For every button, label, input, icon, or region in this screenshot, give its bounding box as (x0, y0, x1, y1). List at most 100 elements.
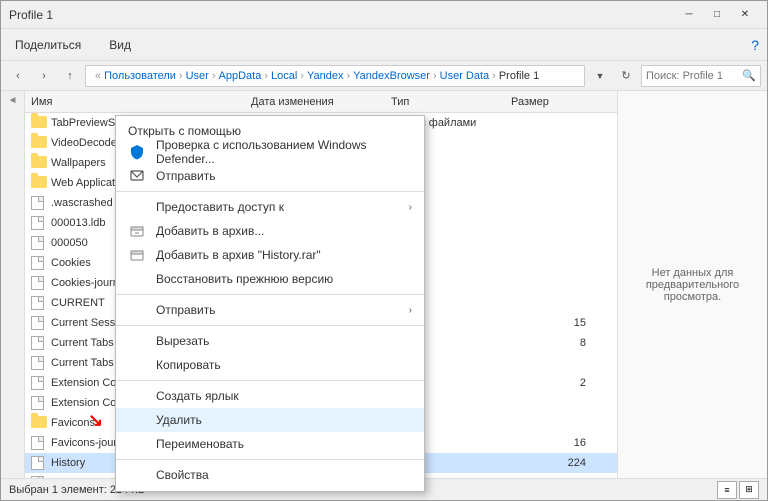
breadcrumb-users[interactable]: Пользователи (104, 70, 176, 82)
ctx-send2[interactable]: Отправить › (116, 298, 424, 322)
breadcrumb-userdata[interactable]: User Data (440, 70, 490, 82)
search-box[interactable]: 🔍 (641, 65, 761, 87)
breadcrumb-appdata[interactable]: AppData (219, 70, 262, 82)
sep7: › (492, 70, 496, 82)
breadcrumb-local[interactable]: Local (271, 70, 297, 82)
properties-icon (128, 466, 146, 484)
maximize-button[interactable]: □ (703, 5, 731, 25)
ctx-sep3 (116, 325, 424, 326)
col-date-header[interactable]: Дата изменения (251, 96, 391, 108)
up-button[interactable]: ↑ (59, 65, 81, 87)
file-size: 16 (506, 437, 586, 449)
share-button[interactable]: Поделиться (9, 34, 87, 56)
close-button[interactable]: ✕ (731, 5, 759, 25)
address-bar: ‹ › ↑ « Пользователи › User › AppData › … (1, 61, 767, 91)
ctx-properties[interactable]: Свойства (116, 463, 424, 487)
view-button[interactable]: Вид (103, 34, 137, 56)
ctx-add-archive-label: Добавить в архив... (156, 224, 412, 238)
view-icons: ≡ ⊞ (717, 481, 759, 499)
ctx-delete[interactable]: Удалить ↘ (116, 408, 424, 432)
refresh-button[interactable]: ↻ (615, 65, 637, 87)
breadcrumb-user[interactable]: User (186, 70, 209, 82)
file-icon (31, 316, 47, 330)
breadcrumb-yandexbrowser[interactable]: YandexBrowser (353, 70, 430, 82)
file-icon (31, 396, 47, 410)
collapse-icon[interactable]: ◄ (8, 95, 18, 106)
title-controls: ─ □ ✕ (675, 5, 759, 25)
ctx-sep5 (116, 459, 424, 460)
file-size: 8 (506, 337, 586, 349)
ctx-rename[interactable]: Переименовать (116, 432, 424, 456)
ctx-send2-arrow: › (409, 305, 412, 316)
ctx-properties-label: Свойства (156, 468, 412, 482)
ctx-sep4 (116, 380, 424, 381)
col-size-header[interactable]: Размер (511, 96, 591, 108)
ctx-delete-label: Удалить (156, 413, 412, 427)
ctx-add-archive[interactable]: Добавить в архив... (116, 219, 424, 243)
ctx-access[interactable]: Предоставить доступ к › (116, 195, 424, 219)
send2-icon (128, 301, 146, 319)
col-name-header[interactable]: Имя (31, 96, 251, 108)
restore-icon (128, 270, 146, 288)
breadcrumb-profile1: Profile 1 (499, 70, 539, 82)
folder-icon (31, 176, 47, 190)
file-icon (31, 216, 47, 230)
ctx-defender[interactable]: Проверка с использованием Windows Defend… (116, 140, 424, 164)
back-button[interactable]: ‹ (7, 65, 29, 87)
ctx-shortcut[interactable]: Создать ярлык (116, 384, 424, 408)
breadcrumb-yandex[interactable]: Yandex (307, 70, 344, 82)
rename-icon (128, 435, 146, 453)
preview-panel: Нет данных для предварительного просмотр… (617, 91, 767, 478)
cut-icon (128, 332, 146, 350)
file-icon (31, 356, 47, 370)
folder-icon (31, 136, 47, 150)
ctx-copy-label: Копировать (156, 358, 412, 372)
ctx-send-label: Отправить (156, 169, 412, 183)
ctx-send[interactable]: Отправить (116, 164, 424, 188)
file-size: 224 (506, 457, 586, 469)
minimize-button[interactable]: ─ (675, 5, 703, 25)
sep5: › (346, 70, 350, 82)
dropdown-button[interactable]: ▼ (589, 65, 611, 87)
file-size: 15 (506, 317, 586, 329)
tiles-view-button[interactable]: ⊞ (739, 481, 759, 499)
file-icon (31, 196, 47, 210)
help-icon[interactable]: ? (751, 37, 759, 53)
ctx-cut-label: Вырезать (156, 334, 412, 348)
access-icon (128, 198, 146, 216)
forward-button[interactable]: › (33, 65, 55, 87)
copy-icon (128, 356, 146, 374)
archive2-icon (128, 246, 146, 264)
search-input[interactable] (646, 70, 742, 82)
search-icon[interactable]: 🔍 (742, 69, 756, 82)
details-view-button[interactable]: ≡ (717, 481, 737, 499)
ctx-shortcut-label: Создать ярлык (156, 389, 412, 403)
nav-panel: ◄ (1, 91, 25, 478)
file-icon (31, 276, 47, 290)
toolbar: Поделиться Вид ? (1, 29, 767, 61)
file-icon (31, 436, 47, 450)
ctx-cut[interactable]: Вырезать (116, 329, 424, 353)
folder-icon (31, 416, 47, 430)
ctx-sep2 (116, 294, 424, 295)
folder-icon (31, 116, 47, 130)
archive-icon (128, 222, 146, 240)
ctx-copy[interactable]: Копировать (116, 353, 424, 377)
col-type-header[interactable]: Тип (391, 96, 511, 108)
ctx-rename-label: Переименовать (156, 437, 412, 451)
file-icon (31, 336, 47, 350)
breadcrumb[interactable]: « Пользователи › User › AppData › Local … (85, 65, 585, 87)
title-bar: Profile 1 ─ □ ✕ (1, 1, 767, 29)
shortcut-icon (128, 387, 146, 405)
file-icon (31, 296, 47, 310)
ctx-access-arrow: › (409, 202, 412, 213)
ctx-defender-label: Проверка с использованием Windows Defend… (156, 138, 412, 166)
column-headers: Имя Дата изменения Тип Размер (25, 91, 617, 113)
ctx-add-history-rar[interactable]: Добавить в архив "History.rar" (116, 243, 424, 267)
title-bar-left: Profile 1 (9, 8, 53, 22)
ctx-access-label: Предоставить доступ к (156, 200, 399, 214)
file-icon (31, 456, 47, 470)
ctx-restore[interactable]: Восстановить прежнюю версию (116, 267, 424, 291)
context-menu: Открыть с помощью Проверка с использован… (115, 115, 425, 492)
file-icon (31, 476, 47, 478)
